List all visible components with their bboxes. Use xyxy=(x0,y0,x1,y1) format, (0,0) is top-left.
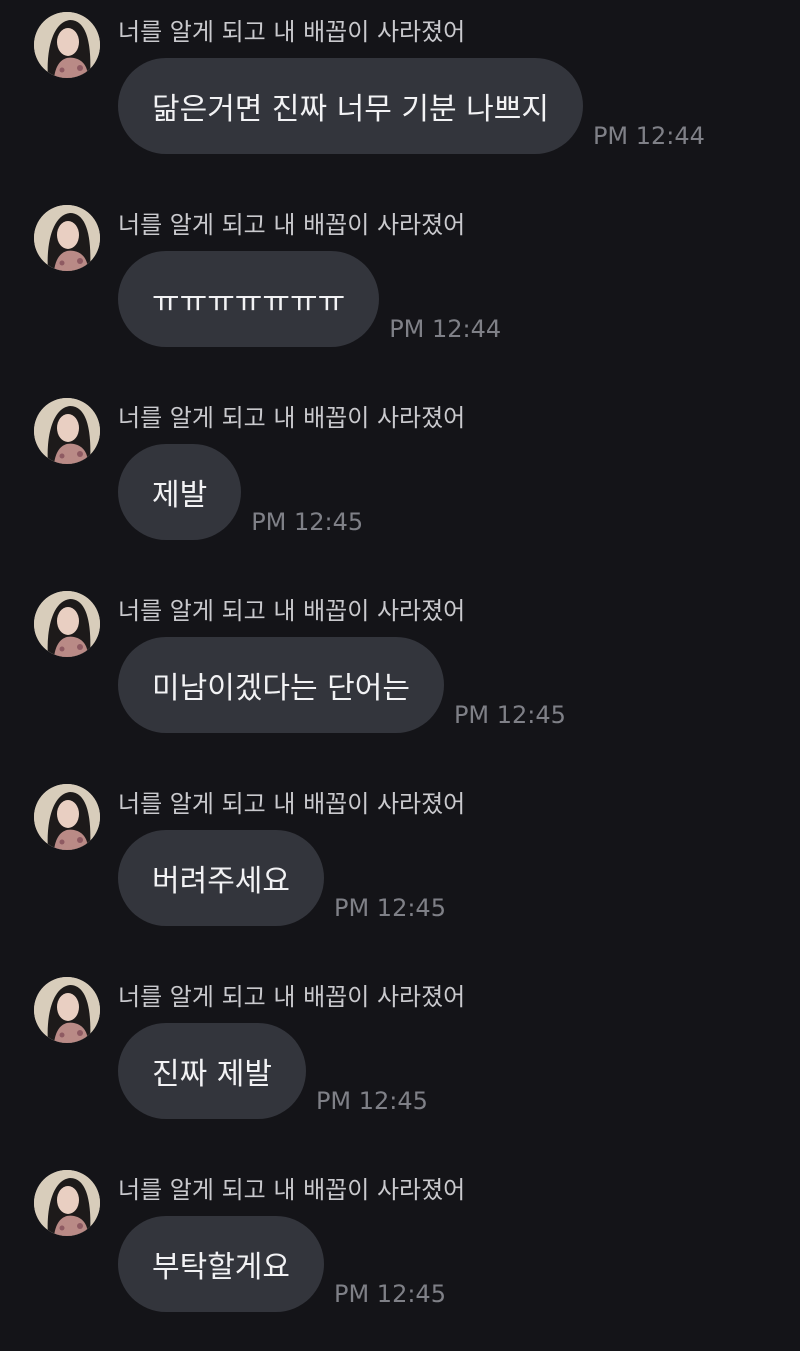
message-item: 너를 알게 되고 내 배꼽이 사라졌어 진짜 제발 PM 12:45 xyxy=(0,965,800,1158)
message-bubble[interactable]: 부탁할게요 xyxy=(118,1216,324,1312)
message-bubble[interactable]: 버려주세요 xyxy=(118,830,324,926)
message-timestamp: PM 12:45 xyxy=(334,894,446,922)
message-item: 너를 알게 되고 내 배꼽이 사라졌어 제발 PM 12:45 xyxy=(0,386,800,579)
message-bubble[interactable]: 제발 xyxy=(118,444,242,540)
sender-avatar[interactable] xyxy=(34,12,100,78)
message-timestamp: PM 12:45 xyxy=(334,1280,446,1308)
sender-name: 너를 알게 되고 내 배꼽이 사라졌어 xyxy=(118,404,466,432)
sender-avatar[interactable] xyxy=(34,205,100,271)
avatar-photo-icon xyxy=(34,1170,100,1236)
message-timestamp: PM 12:44 xyxy=(389,315,502,343)
avatar-photo-icon xyxy=(34,591,100,657)
message-item: 너를 알게 되고 내 배꼽이 사라졌어 버려주세요 PM 12:45 xyxy=(0,772,800,965)
message-bubble[interactable]: 닮은거면 진짜 너무 기분 나쁘지 xyxy=(118,58,583,154)
sender-name: 너를 알게 되고 내 배꼽이 사라졌어 xyxy=(118,790,466,818)
message-timestamp: PM 12:45 xyxy=(453,701,566,729)
avatar-photo-icon xyxy=(34,784,100,850)
message-timestamp: PM 12:45 xyxy=(315,1087,428,1115)
sender-name: 너를 알게 되고 내 배꼽이 사라졌어 xyxy=(118,983,466,1011)
sender-avatar[interactable] xyxy=(34,591,100,657)
sender-name: 너를 알게 되고 내 배꼽이 사라졌어 xyxy=(118,1176,466,1204)
avatar-photo-icon xyxy=(34,205,100,271)
message-timestamp: PM 12:45 xyxy=(251,508,364,536)
sender-name: 너를 알게 되고 내 배꼽이 사라졌어 xyxy=(118,211,466,239)
sender-avatar[interactable] xyxy=(34,398,100,464)
message-bubble[interactable]: 진짜 제발 xyxy=(118,1023,306,1119)
message-item: 너를 알게 되고 내 배꼽이 사라졌어 부탁할게요 PM 12:45 xyxy=(0,1158,800,1351)
message-bubble[interactable]: ㅠㅠㅠㅠㅠㅠㅠ xyxy=(118,251,380,347)
message-item: 너를 알게 되고 내 배꼽이 사라졌어 닮은거면 진짜 너무 기분 나쁘지 PM… xyxy=(0,0,800,193)
sender-name: 너를 알게 되고 내 배꼽이 사라졌어 xyxy=(118,597,466,625)
message-bubble[interactable]: 미남이겠다는 단어는 xyxy=(118,637,444,733)
message-item: 너를 알게 되고 내 배꼽이 사라졌어 ㅠㅠㅠㅠㅠㅠㅠ PM 12:44 xyxy=(0,193,800,386)
avatar-photo-icon xyxy=(34,12,100,78)
sender-name: 너를 알게 되고 내 배꼽이 사라졌어 xyxy=(118,18,466,46)
message-timestamp: PM 12:44 xyxy=(592,122,705,150)
sender-avatar[interactable] xyxy=(34,977,100,1043)
avatar-photo-icon xyxy=(34,398,100,464)
sender-avatar[interactable] xyxy=(34,784,100,850)
sender-avatar[interactable] xyxy=(34,1170,100,1236)
message-item: 너를 알게 되고 내 배꼽이 사라졌어 미남이겠다는 단어는 PM 12:45 xyxy=(0,579,800,772)
avatar-photo-icon xyxy=(34,977,100,1043)
